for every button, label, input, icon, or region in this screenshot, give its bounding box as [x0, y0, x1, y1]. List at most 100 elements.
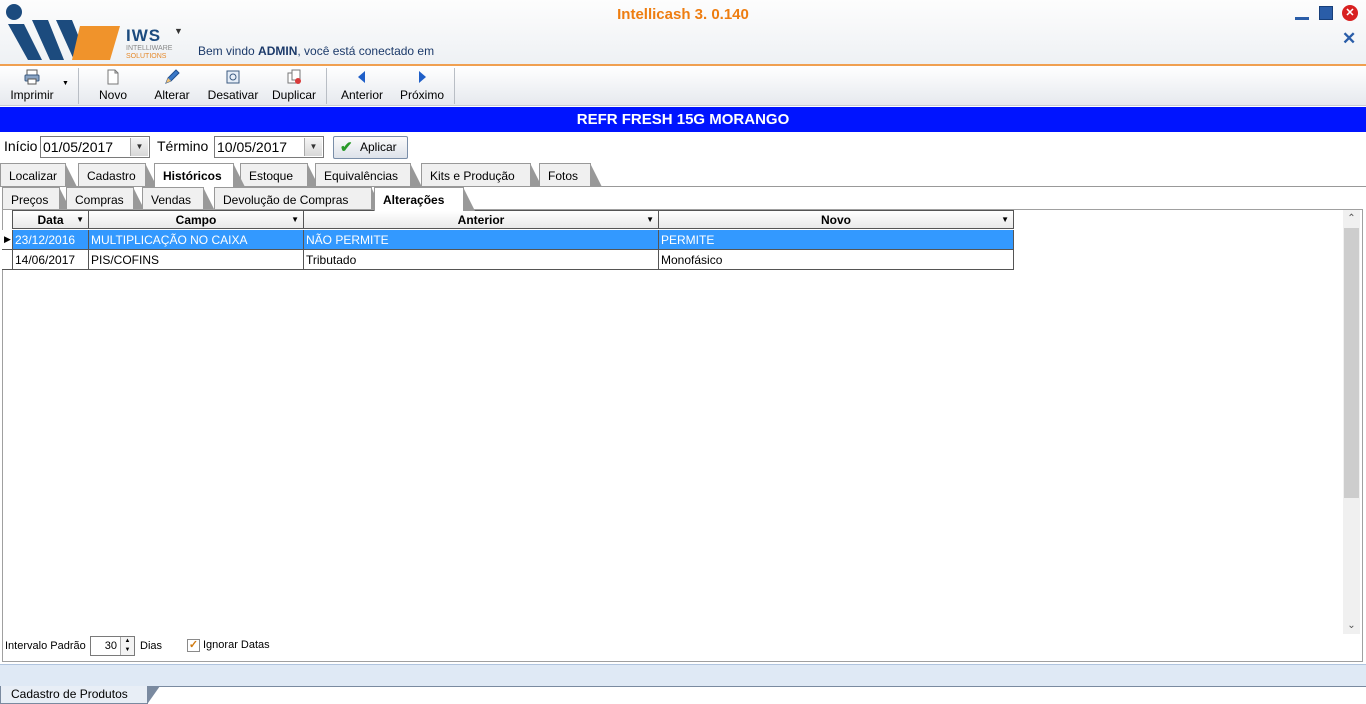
logo-menu-caret-icon[interactable]: ▼: [174, 26, 183, 36]
new-button[interactable]: Novo: [88, 66, 138, 106]
toolbar-divider: [78, 68, 79, 104]
logo-subtitle-1: INTELLIWARE: [126, 45, 173, 52]
cell-data[interactable]: 14/06/2017: [12, 250, 89, 270]
cell-anterior[interactable]: NÃO PERMITE: [304, 230, 659, 250]
welcome-suffix: , você está conectado em: [297, 44, 435, 58]
chevron-down-icon[interactable]: ▼: [304, 138, 322, 156]
column-header-anterior[interactable]: Anterior ▼: [304, 210, 659, 229]
close-form-icon[interactable]: ✕: [1342, 30, 1356, 48]
scroll-up-icon[interactable]: ⌃: [1343, 210, 1360, 227]
termino-label: Término: [157, 138, 209, 154]
chevron-down-icon[interactable]: ▼: [1001, 211, 1009, 229]
table-row[interactable]: 23/12/2016 MULTIPLICAÇÃO NO CAIXA NÃO PE…: [12, 230, 1014, 250]
tab-equivalencias[interactable]: Equivalências: [315, 163, 422, 187]
tab-vendas[interactable]: Vendas: [142, 187, 215, 211]
row-indicator: ▶: [2, 230, 13, 250]
tab-estoque[interactable]: Estoque: [240, 163, 319, 187]
new-document-icon: [107, 69, 119, 85]
cell-campo[interactable]: MULTIPLICAÇÃO NO CAIXA: [89, 230, 304, 250]
duplicate-icon: [287, 69, 301, 84]
chevron-down-icon[interactable]: ▼: [646, 211, 654, 229]
termino-date-combo[interactable]: 10/05/2017 ▼: [214, 136, 324, 158]
previous-label: Anterior: [340, 88, 384, 102]
tab-precos[interactable]: Preços: [2, 187, 71, 211]
printer-icon: [24, 69, 40, 85]
column-header-label: Novo: [821, 213, 851, 227]
next-label: Próximo: [399, 88, 444, 102]
apply-button[interactable]: ✔ Aplicar: [333, 136, 408, 159]
history-panel: [2, 209, 1363, 662]
cell-novo[interactable]: PERMITE: [659, 230, 1014, 250]
tab-historicos[interactable]: Históricos: [154, 163, 245, 187]
print-dropdown-icon[interactable]: ▼: [62, 80, 69, 87]
toolbar-divider: [326, 68, 327, 104]
table-row[interactable]: 14/06/2017 PIS/COFINS Tributado Monofási…: [12, 250, 1014, 270]
tab-localizar[interactable]: Localizar: [0, 163, 77, 187]
tab-cadastro-produtos[interactable]: Cadastro de Produtos: [0, 686, 160, 704]
main-tabs: Localizar Cadastro Históricos Estoque Eq…: [0, 163, 1366, 187]
ignorar-datas-label: Ignorar Datas: [203, 639, 270, 651]
deactivate-button[interactable]: Desativar: [204, 66, 262, 106]
product-banner: REFR FRESH 15G MORANGO: [0, 107, 1366, 132]
arrow-right-icon: [419, 71, 426, 83]
minimize-icon[interactable]: [1295, 6, 1309, 20]
app-header: IWS INTELLIWARE SOLUTIONS ▼ Bem vindo AD…: [0, 0, 1366, 66]
toolbar: Imprimir ▼ Novo Alterar Desativar Duplic…: [0, 66, 1366, 106]
deactivate-label: Desativar: [207, 88, 259, 102]
apply-label: Aplicar: [360, 140, 397, 154]
maximize-icon[interactable]: [1319, 6, 1333, 20]
tab-devolucao-compras[interactable]: Devolução de Compras: [214, 187, 383, 211]
ignorar-datas-checkbox[interactable]: ✓: [187, 639, 200, 652]
logo-subtitle-2: SOLUTIONS: [126, 53, 167, 60]
spinner-arrows-icon[interactable]: ▲ ▼: [120, 637, 134, 655]
logo-title: IWS: [126, 26, 162, 45]
chevron-down-icon[interactable]: ▼: [291, 211, 299, 229]
vertical-scrollbar[interactable]: ⌃ ⌄: [1343, 210, 1360, 634]
cell-data[interactable]: 23/12/2016: [12, 230, 89, 250]
duplicate-button[interactable]: Duplicar: [266, 66, 322, 106]
pencil-icon: [165, 69, 180, 84]
checkmark-icon: ✔: [340, 139, 353, 156]
tab-alteracoes[interactable]: Alterações: [374, 187, 475, 211]
tab-fotos[interactable]: Fotos: [539, 163, 602, 187]
column-header-campo[interactable]: Campo ▼: [89, 210, 304, 229]
close-app-icon[interactable]: ✕: [1342, 5, 1358, 21]
inicio-date-combo[interactable]: 01/05/2017 ▼: [40, 136, 150, 158]
tab-cadastro[interactable]: Cadastro: [78, 163, 157, 187]
tab-compras[interactable]: Compras: [66, 187, 145, 211]
duplicate-label: Duplicar: [271, 88, 316, 102]
column-header-novo[interactable]: Novo ▼: [659, 210, 1014, 229]
cell-novo[interactable]: Monofásico: [659, 250, 1014, 270]
window-tabs-bar: [0, 686, 1366, 704]
chevron-down-icon[interactable]: ▼: [130, 138, 148, 156]
welcome-message: Bem vindo ADMIN, você está conectado em: [198, 44, 434, 58]
column-header-label: Data: [37, 213, 64, 227]
dias-label: Dias: [140, 640, 163, 652]
cell-campo[interactable]: PIS/COFINS: [89, 250, 304, 270]
new-label: Novo: [98, 88, 127, 102]
inicio-label: Início: [4, 138, 38, 154]
next-button[interactable]: Próximo: [394, 66, 450, 106]
row-pointer-icon: ▶: [4, 234, 11, 244]
scroll-down-icon[interactable]: ⌄: [1343, 617, 1360, 634]
app-title: Intellicash 3. 0.140: [617, 6, 749, 23]
edit-label: Alterar: [154, 88, 190, 102]
print-button[interactable]: Imprimir: [2, 66, 62, 106]
intervalo-spinner[interactable]: 30 ▲ ▼: [90, 636, 135, 656]
tab-kits-producao[interactable]: Kits e Produção: [421, 163, 542, 187]
row-indicator: [2, 250, 13, 270]
arrow-left-icon: [358, 71, 365, 83]
print-label: Imprimir: [10, 88, 54, 102]
termino-date-value: 10/05/2017: [217, 139, 288, 155]
scrollbar-thumb[interactable]: [1344, 228, 1359, 498]
cell-anterior[interactable]: Tributado: [304, 250, 659, 270]
app-window: IWS INTELLIWARE SOLUTIONS ▼ Bem vindo AD…: [0, 0, 1366, 704]
deactivate-icon: [226, 70, 240, 84]
toolbar-divider: [454, 68, 455, 104]
previous-button[interactable]: Anterior: [334, 66, 390, 106]
intervalo-label: Intervalo Padrão: [5, 640, 86, 652]
edit-button[interactable]: Alterar: [146, 66, 198, 106]
welcome-user: ADMIN: [258, 44, 298, 58]
chevron-down-icon[interactable]: ▼: [76, 211, 84, 229]
column-header-data[interactable]: Data ▼: [12, 210, 89, 229]
